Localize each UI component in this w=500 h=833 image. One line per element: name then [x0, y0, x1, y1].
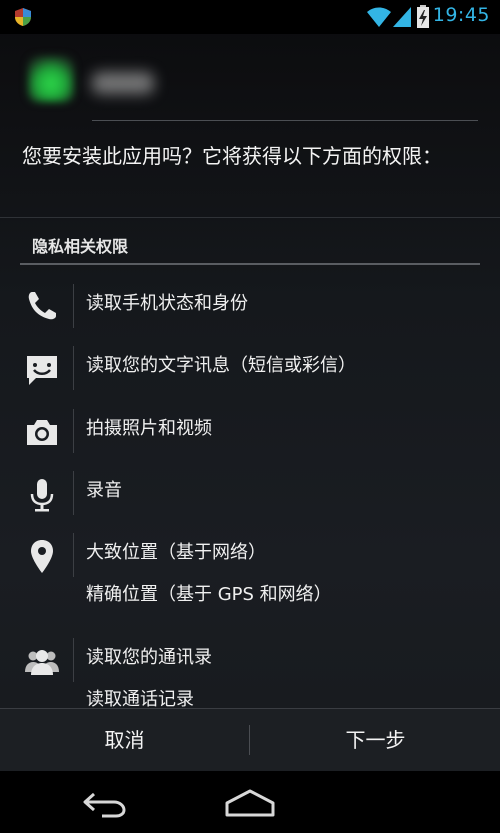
button-divider [249, 725, 250, 755]
install-prompt: 您要安装此应用吗？它将获得以下方面的权限： [22, 144, 442, 168]
camera-icon [27, 420, 57, 445]
permission-label: 大致位置（基于网络） [86, 542, 266, 563]
permission-separator [73, 471, 74, 515]
back-icon[interactable] [80, 788, 130, 818]
permission-row: 大致位置（基于网络） 精确位置（基于 GPS 和网络） [0, 531, 500, 621]
button-bar: 取消 下一步 [0, 708, 500, 771]
permission-separator [73, 533, 74, 577]
wifi-icon [367, 7, 391, 27]
header-divider [92, 120, 478, 121]
permission-row: 读取手机状态和身份 [0, 282, 500, 334]
signal-icon [393, 7, 411, 27]
microphone-icon [30, 479, 54, 512]
phone-icon [28, 292, 56, 320]
permission-row: 拍摄照片和视频 [0, 407, 500, 459]
app-header [0, 34, 500, 124]
section-divider [0, 217, 500, 218]
battery-charging-icon [417, 5, 429, 28]
next-button[interactable]: 下一步 [251, 709, 500, 771]
section-title: 隐私相关权限 [32, 237, 129, 256]
contacts-icon [25, 650, 59, 675]
section-underline [20, 263, 480, 265]
permission-label: 读取您的通讯录 [86, 647, 212, 668]
permission-row: 读取您的文字讯息（短信或彩信） [0, 344, 500, 396]
app-name-redacted [92, 72, 154, 94]
status-clock: 19:45 [432, 4, 490, 26]
nav-bar [0, 771, 500, 833]
location-pin-icon [31, 540, 53, 573]
permission-row: 录音 [0, 469, 500, 521]
home-icon[interactable] [224, 788, 276, 818]
permission-separator [73, 409, 74, 453]
permission-separator [73, 638, 74, 682]
permission-row: 读取您的通讯录 读取通话记录 [0, 636, 500, 710]
status-bar: 19:45 [0, 0, 500, 34]
permission-separator [73, 284, 74, 328]
permission-separator [73, 346, 74, 390]
permission-label: 读取您的文字讯息（短信或彩信） [86, 355, 356, 376]
permission-label: 录音 [86, 480, 122, 501]
cancel-button[interactable]: 取消 [0, 709, 249, 771]
permission-label: 拍摄照片和视频 [86, 418, 212, 439]
permission-label: 精确位置（基于 GPS 和网络） [86, 584, 332, 605]
message-icon [27, 356, 57, 385]
app-icon [28, 56, 74, 102]
permission-label: 读取手机状态和身份 [86, 293, 248, 314]
install-screen: 19:45 您要安装此应用吗？它将获得以下方面的权限： 隐私相关权限 读取手机状… [0, 0, 500, 833]
shield-icon [15, 8, 31, 26]
